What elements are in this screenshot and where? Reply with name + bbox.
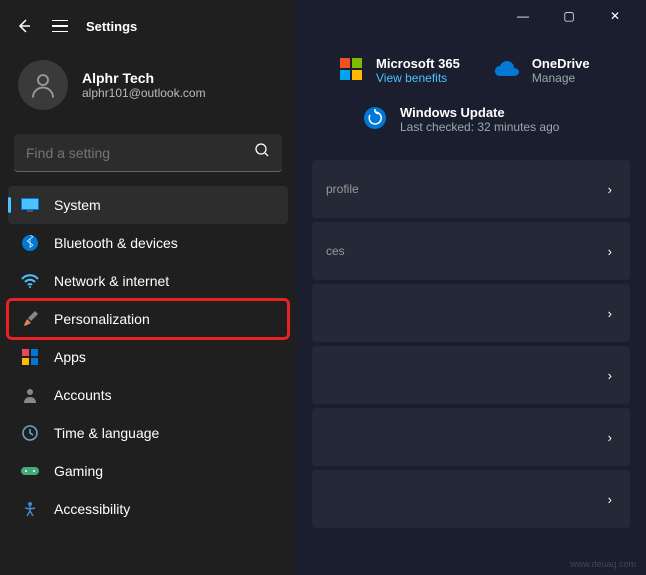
setting-row[interactable]: › (312, 408, 630, 466)
setting-row[interactable]: › (312, 346, 630, 404)
chevron-right-icon: › (608, 244, 612, 259)
person-icon (20, 385, 40, 405)
status-sub[interactable]: View benefits (376, 71, 460, 85)
setting-row[interactable]: › (312, 470, 630, 528)
chevron-right-icon: › (608, 368, 612, 383)
status-sub: Last checked: 32 minutes ago (400, 120, 559, 134)
status-onedrive[interactable]: OneDrive Manage (494, 56, 590, 85)
minimize-button[interactable]: — (500, 0, 546, 32)
nav-accounts[interactable]: Accounts (8, 376, 288, 414)
nav-label: Personalization (54, 311, 150, 327)
accessibility-icon (20, 499, 40, 519)
apps-icon (20, 347, 40, 367)
nav-gaming[interactable]: Gaming (8, 452, 288, 490)
avatar (18, 60, 68, 110)
status-title: Microsoft 365 (376, 56, 460, 71)
setting-row-profile[interactable]: profile › (312, 160, 630, 218)
nav-label: Accounts (54, 387, 112, 403)
menu-button[interactable] (52, 20, 68, 33)
nav-list: System Bluetooth & devices Network & int… (0, 186, 296, 528)
maximize-button[interactable]: ▢ (546, 0, 592, 32)
close-button[interactable]: ✕ (592, 0, 638, 32)
nav-time[interactable]: Time & language (8, 414, 288, 452)
status-m365[interactable]: Microsoft 365 View benefits (338, 56, 460, 85)
app-title: Settings (86, 19, 137, 34)
onedrive-icon (494, 56, 520, 82)
chevron-right-icon: › (608, 430, 612, 445)
nav-personalization[interactable]: Personalization (8, 300, 288, 338)
nav-label: System (54, 197, 101, 213)
paintbrush-icon (20, 309, 40, 329)
microsoft-icon (338, 56, 364, 82)
profile-email: alphr101@outlook.com (82, 86, 206, 100)
update-icon (362, 105, 388, 131)
nav-label: Apps (54, 349, 86, 365)
profile-name: Alphr Tech (82, 70, 206, 86)
search-input[interactable] (26, 145, 254, 161)
chevron-right-icon: › (608, 182, 612, 197)
setting-row[interactable]: › (312, 284, 630, 342)
nav-apps[interactable]: Apps (8, 338, 288, 376)
search-box[interactable] (14, 134, 282, 172)
gaming-icon (20, 461, 40, 481)
nav-label: Gaming (54, 463, 103, 479)
chevron-right-icon: › (608, 306, 612, 321)
back-button[interactable] (14, 16, 34, 36)
nav-bluetooth[interactable]: Bluetooth & devices (8, 224, 288, 262)
bluetooth-icon (20, 233, 40, 253)
row-label: profile (326, 182, 359, 196)
status-update[interactable]: Windows Update Last checked: 32 minutes … (362, 105, 630, 134)
status-title: Windows Update (400, 105, 559, 120)
row-label: ces (326, 244, 345, 258)
status-sub[interactable]: Manage (532, 71, 590, 85)
profile-section[interactable]: Alphr Tech alphr101@outlook.com (0, 52, 296, 126)
clock-icon (20, 423, 40, 443)
watermark: www.deuaq.com (570, 559, 636, 569)
nav-label: Accessibility (54, 501, 130, 517)
wifi-icon (20, 271, 40, 291)
chevron-right-icon: › (608, 492, 612, 507)
nav-accessibility[interactable]: Accessibility (8, 490, 288, 528)
setting-row[interactable]: ces › (312, 222, 630, 280)
status-title: OneDrive (532, 56, 590, 71)
nav-label: Time & language (54, 425, 159, 441)
monitor-icon (20, 195, 40, 215)
nav-label: Bluetooth & devices (54, 235, 178, 251)
nav-system[interactable]: System (8, 186, 288, 224)
search-icon (254, 142, 270, 163)
nav-label: Network & internet (54, 273, 169, 289)
content-panel: Microsoft 365 View benefits OneDrive Man… (296, 32, 646, 575)
nav-network[interactable]: Network & internet (8, 262, 288, 300)
